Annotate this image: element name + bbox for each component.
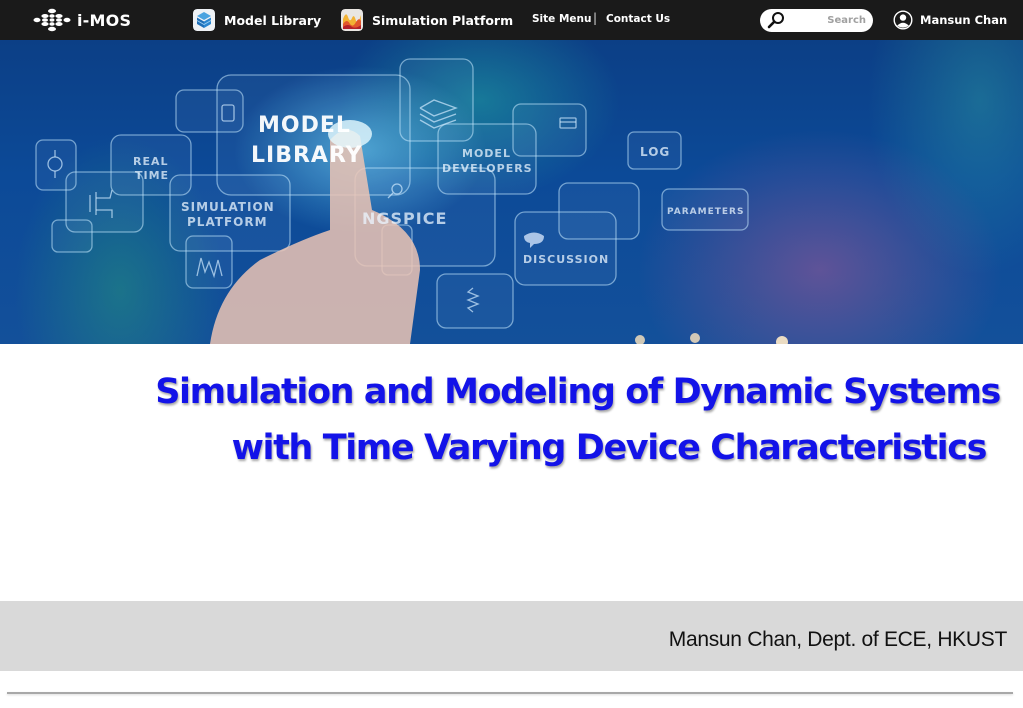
imos-logo-link[interactable]: i-MOS [33, 8, 131, 32]
search-box[interactable] [760, 9, 873, 32]
imos-logo-text: i-MOS [77, 10, 132, 30]
imos-logo-icon [33, 8, 71, 32]
hero-label-ngspice: NGSPICE [362, 209, 447, 228]
model-library-cube-icon [193, 9, 215, 31]
slide-title-line-1: Simulation and Modeling of Dynamic Syste… [155, 372, 1001, 412]
hero-panel-discussion [514, 211, 617, 286]
hero-label-developers: DEVELOPERS [442, 162, 533, 175]
hero-label-parameters: PARAMETERS [667, 207, 744, 217]
hero-label-time: TIME [135, 169, 169, 182]
hero-label-model: MODEL [258, 113, 351, 138]
nav-simulation-platform[interactable]: Simulation Platform [341, 9, 513, 31]
hero-panel-small [51, 219, 93, 253]
hero-label-library: LIBRARY [251, 143, 363, 168]
hero-label-log: LOG [640, 145, 670, 159]
author-affiliation: Mansun Chan, Dept. of ECE, HKUST [668, 628, 1008, 651]
footer-divider [7, 692, 1013, 694]
hero-label-real: REAL [133, 155, 169, 168]
user-name: Mansun Chan [920, 13, 1008, 27]
hero-banner-image: MODEL LIBRARY REAL TIME SIMULATION PLATF… [0, 40, 1023, 344]
hero-label-model-dev: MODEL [462, 147, 511, 160]
nav-simulation-platform-label: Simulation Platform [372, 12, 514, 28]
slide-title-line-2: with Time Varying Device Characteristics [231, 428, 988, 468]
site-menu-link[interactable]: Site Menu [532, 13, 591, 25]
hero-panel-resistor [436, 273, 514, 329]
hero-label-simulation: SIMULATION [181, 200, 275, 214]
simulation-platform-chart-icon [341, 9, 363, 31]
nav-separator: | [593, 11, 598, 25]
search-icon[interactable] [766, 11, 786, 30]
user-account-menu[interactable]: Mansun Chan [893, 10, 1007, 30]
hero-label-discussion: DISCUSSION [523, 253, 609, 266]
nav-model-library-label: Model Library [224, 12, 322, 28]
slide-title: Simulation and Modeling of Dynamic Syste… [60, 364, 1001, 476]
top-navigation-bar: i-MOS Model Library Simulation Platform … [0, 0, 1023, 40]
nav-model-library[interactable]: Model Library [193, 9, 321, 31]
hero-panel-card [512, 103, 587, 157]
search-input[interactable] [788, 12, 866, 29]
hero-illustration: MODEL LIBRARY REAL TIME SIMULATION PLATF… [35, 58, 788, 344]
user-avatar-icon [893, 10, 913, 30]
hero-label-platform: PLATFORM [187, 215, 268, 229]
contact-us-link[interactable]: Contact Us [606, 13, 670, 25]
